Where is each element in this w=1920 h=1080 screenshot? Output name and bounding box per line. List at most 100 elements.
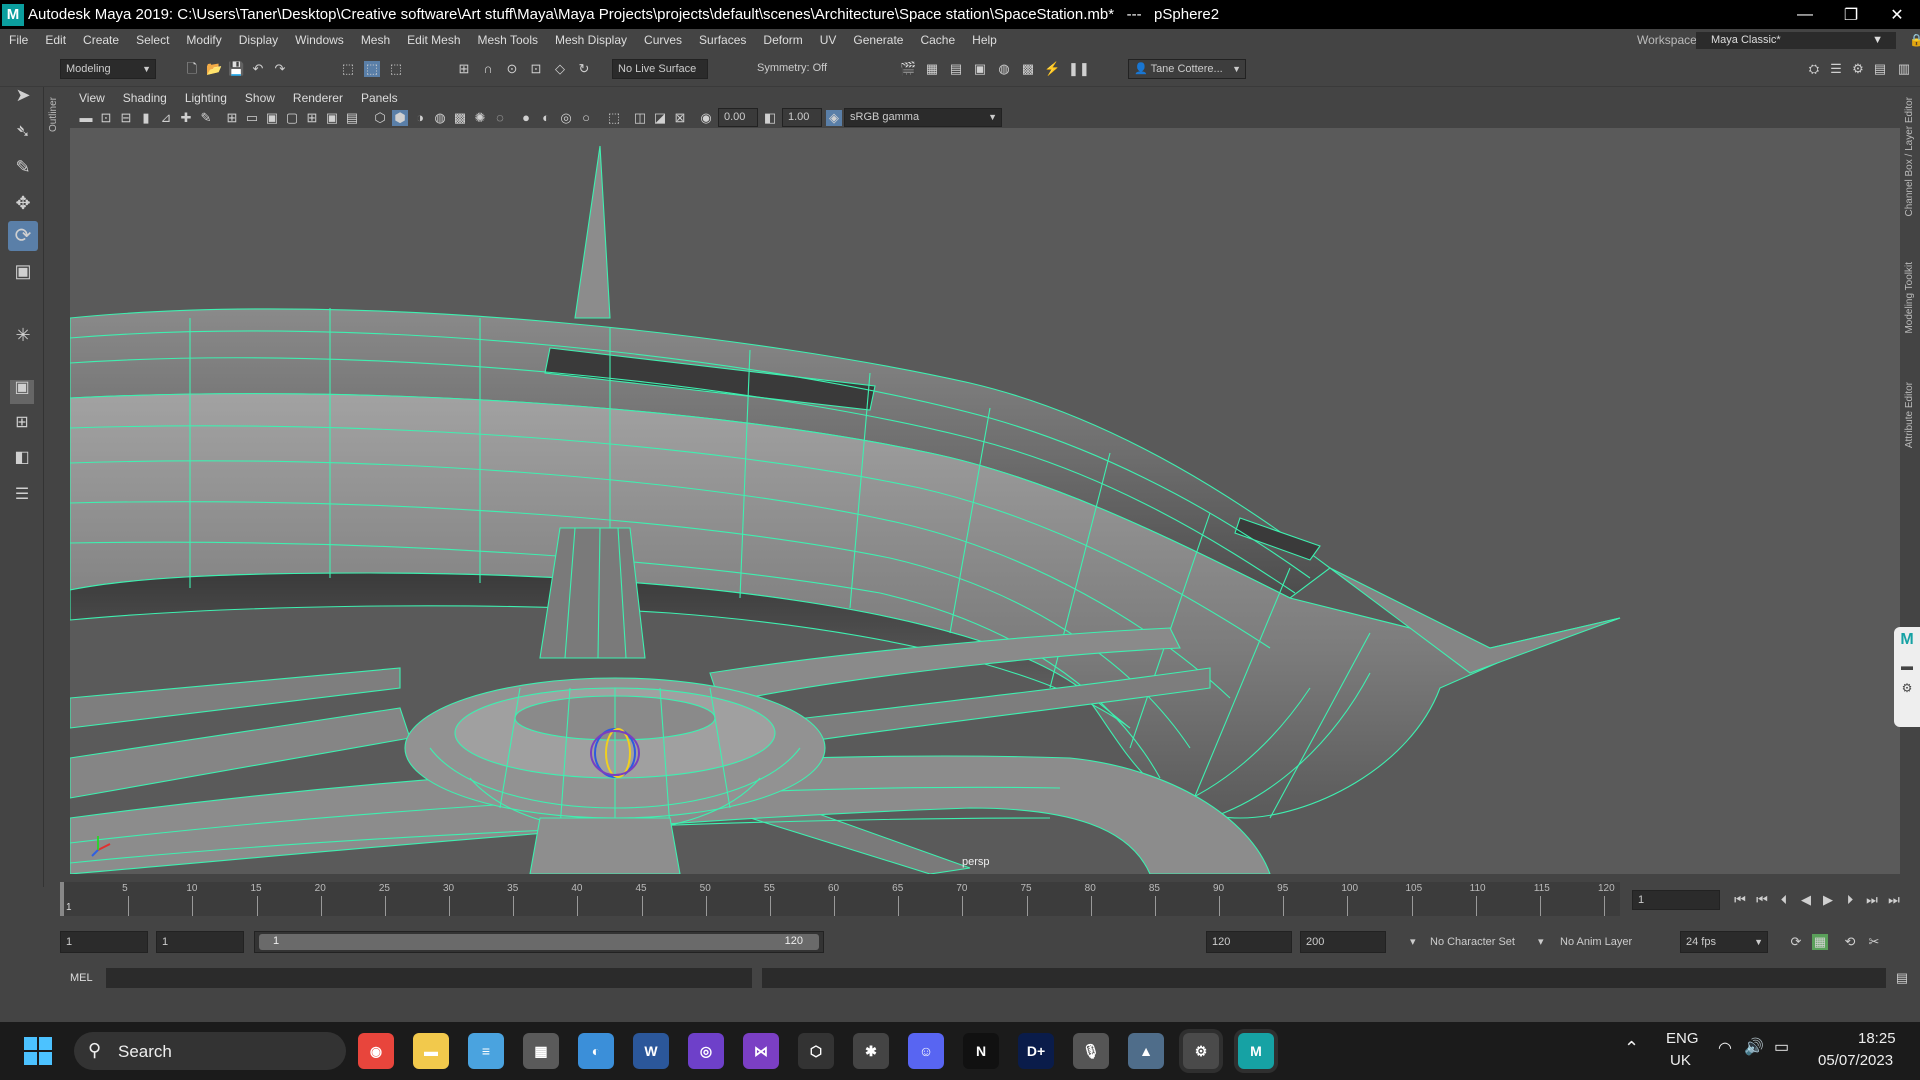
camera-icon[interactable]: ▬ (78, 110, 94, 126)
wifi-icon[interactable]: ◠ (1718, 1038, 1732, 1058)
xray-icon[interactable]: ◫ (632, 110, 648, 126)
stocks-icon[interactable]: ▲ (1128, 1033, 1164, 1069)
camera-attributes-icon[interactable]: ⊟ (118, 110, 134, 126)
script-editor-icon[interactable]: ▤ (1894, 970, 1910, 986)
step-forward-key-icon[interactable]: ⏭ (1864, 892, 1880, 908)
snap-point-icon[interactable]: ⊙ (504, 61, 520, 77)
wireframe-on-shaded-icon[interactable]: ◍ (432, 110, 448, 126)
command-language-label[interactable]: MEL (70, 972, 93, 984)
viewport-menu-view[interactable]: View (70, 91, 114, 105)
select-tool-icon[interactable]: ➤ (12, 86, 34, 109)
wireframe-icon[interactable]: ⬡ (372, 110, 388, 126)
menu-file[interactable]: File (0, 33, 36, 47)
persp-outliner-layout-icon[interactable]: ◧ (10, 450, 34, 474)
smooth-shade-icon[interactable]: ⬢ (392, 110, 408, 126)
viewport-menu-shading[interactable]: Shading (114, 91, 176, 105)
unity-icon[interactable]: ⬡ (798, 1033, 834, 1069)
modeling-toolkit-toggle-icon[interactable]: ⛭ (1806, 61, 1822, 77)
chevron-down-icon[interactable]: ▾ (1538, 935, 1544, 948)
depth-of-field-icon[interactable]: ○ (578, 110, 594, 126)
viewport-menu-panels[interactable]: Panels (352, 91, 407, 105)
go-to-end-icon[interactable]: ⏭ (1886, 892, 1902, 908)
save-scene-icon[interactable]: 💾 (228, 61, 244, 77)
rotate-tool-icon[interactable]: ⟳ (8, 221, 38, 251)
scale-tool-icon[interactable]: ▣ (12, 262, 34, 285)
snap-pivot-icon[interactable]: ↻ (576, 61, 592, 77)
menu-display[interactable]: Display (230, 33, 286, 47)
render-settings-icon[interactable]: ▣ (972, 61, 988, 77)
keyboard-layout[interactable]: UK (1670, 1052, 1691, 1069)
menu-mesh[interactable]: Mesh (352, 33, 398, 47)
bookmark-icon[interactable]: ▮ (138, 110, 154, 126)
snap-surface-icon[interactable]: ◇ (552, 61, 568, 77)
disney-plus-icon[interactable]: D+ (1018, 1033, 1054, 1069)
discord-icon[interactable]: ☺ (908, 1033, 944, 1069)
settings-icon[interactable]: ⚙ (1183, 1033, 1219, 1069)
play-backwards-icon[interactable]: ◀ (1798, 892, 1814, 908)
attribute-editor-toggle-icon[interactable]: ☰ (1828, 61, 1844, 77)
render-current-icon[interactable]: ▦ (924, 61, 940, 77)
menu-generate[interactable]: Generate (844, 33, 911, 47)
menu-icon[interactable]: ▬ (1894, 659, 1920, 673)
live-surface-field[interactable]: No Live Surface (612, 59, 708, 79)
render-view-icon[interactable]: 🎬 (900, 61, 916, 77)
select-hierarchy-icon[interactable]: ⬚ (340, 61, 356, 77)
step-forward-frame-icon[interactable]: ⏵ (1842, 892, 1858, 908)
new-scene-icon[interactable]: 🗋 (184, 61, 200, 77)
volume-icon[interactable]: 🔊 (1744, 1037, 1764, 1057)
range-slider-track[interactable]: 1 120 (254, 931, 824, 953)
chevron-up-icon[interactable]: ⌃ (1624, 1038, 1639, 1059)
select-component-icon[interactable]: ⬚ (388, 61, 404, 77)
word-icon[interactable]: W (633, 1033, 669, 1069)
scene-start-field[interactable]: 1 (60, 931, 148, 953)
playback-start-field[interactable]: 1 (156, 931, 244, 953)
windows-start-icon[interactable] (24, 1037, 52, 1065)
view-transform-dropdown[interactable]: sRGB gamma ▼ (844, 108, 1002, 127)
snap-grid-icon[interactable]: ⊞ (456, 61, 472, 77)
2d-pan-zoom-icon[interactable]: ✚ (178, 110, 194, 126)
xray-joints-icon[interactable]: ⊠ (672, 110, 688, 126)
language-code[interactable]: ENG (1666, 1030, 1699, 1047)
textured-icon[interactable]: ▩ (452, 110, 468, 126)
close-button[interactable]: ✕ (1874, 0, 1920, 29)
ipr-render-icon[interactable]: ▤ (948, 61, 964, 77)
outliner-toggle-icon[interactable]: ▥ (1896, 61, 1912, 77)
maya-icon[interactable]: M (1238, 1033, 1274, 1069)
chrome-icon[interactable]: ◉ (358, 1033, 394, 1069)
file-explorer-icon[interactable]: ▬ (413, 1033, 449, 1069)
channel-box-tab-label[interactable]: Channel Box / Layer Editor (1904, 97, 1915, 217)
command-input[interactable] (106, 968, 752, 988)
time-slider-track[interactable]: 1 5 10 15 20 25 30 35 40 45 50 55 60 65 70 75 80 85 90 95 1… (60, 882, 1620, 916)
undo-icon[interactable]: ↶ (250, 61, 266, 77)
select-object-icon[interactable]: ⬚ (364, 61, 380, 77)
playback-end-field[interactable]: 120 (1206, 931, 1292, 953)
chevron-down-icon[interactable]: ▾ (1410, 935, 1416, 948)
film-gate-icon[interactable]: ▭ (244, 110, 260, 126)
use-all-lights-icon[interactable]: ✺ (472, 110, 488, 126)
menu-mesh-tools[interactable]: Mesh Tools (469, 33, 546, 47)
outliner-layout-icon[interactable]: ☰ (10, 487, 34, 511)
render-sequence-icon[interactable]: ⚡ (1044, 61, 1060, 77)
viewport-menu-lighting[interactable]: Lighting (176, 91, 236, 105)
gate-mask-icon[interactable]: ▢ (284, 110, 300, 126)
maya-dock-icon[interactable]: M (1894, 631, 1920, 649)
menu-select[interactable]: Select (127, 33, 177, 47)
menu-cache[interactable]: Cache (911, 33, 963, 47)
lasso-tool-icon[interactable]: ➴ (12, 122, 34, 145)
step-back-frame-icon[interactable]: ⏴ (1776, 892, 1792, 908)
fps-dropdown[interactable]: 24 fps ▼ (1680, 931, 1768, 953)
go-to-start-icon[interactable]: ⏮ (1732, 892, 1748, 908)
perspective-viewport[interactable]: persp (70, 128, 1900, 874)
hypershade-icon[interactable]: ◍ (996, 61, 1012, 77)
workspace-dropdown[interactable]: Maya Classic* ▼ (1696, 32, 1896, 49)
resolution-gate-icon[interactable]: ▣ (264, 110, 280, 126)
safe-title-icon[interactable]: ▤ (344, 110, 360, 126)
screen-space-ao-icon[interactable]: ● (518, 110, 534, 126)
loop-icon[interactable]: ⟳ (1788, 934, 1804, 950)
scene-end-field[interactable]: 200 (1300, 931, 1386, 953)
menu-deform[interactable]: Deform (754, 33, 810, 47)
taskbar-search-box[interactable]: ⚲ Search (74, 1032, 346, 1070)
channel-box-toggle-icon[interactable]: ▤ (1872, 61, 1888, 77)
motion-blur-icon[interactable]: ◐ (538, 110, 554, 126)
safe-action-icon[interactable]: ▣ (324, 110, 340, 126)
